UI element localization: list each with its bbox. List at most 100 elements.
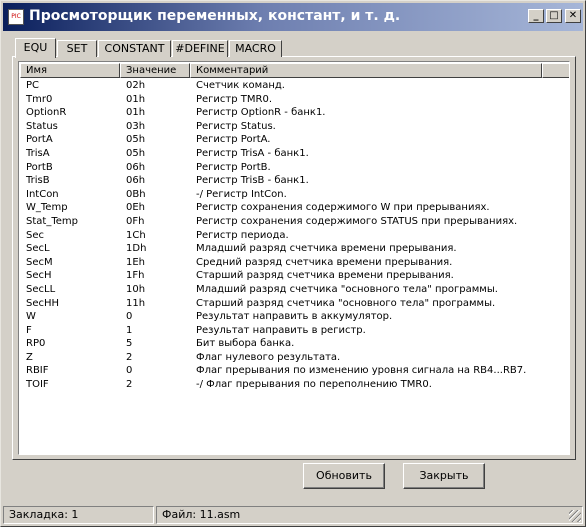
- list-rows: PC 02h Счетчик команд. Tmr0 01h Регистр TMR0.…: [20, 79, 569, 392]
- table-row[interactable]: Z 2 Флаг нулевого результата.: [20, 351, 569, 365]
- cell-name: SecL: [26, 243, 50, 255]
- cell-name: PortB: [26, 161, 53, 173]
- table-row[interactable]: PortA 05h Регистр PortA.: [20, 133, 569, 147]
- cell-name: RBIF: [26, 365, 49, 377]
- cell-name: SecH: [26, 270, 52, 282]
- cell-comment: Старший разряд счетчика "основного тела"…: [196, 297, 496, 309]
- tab-macro[interactable]: MACRO: [229, 40, 282, 57]
- table-row[interactable]: PortB 06h Регистр PortB.: [20, 161, 569, 175]
- cell-name: PC: [26, 80, 40, 91]
- table-row[interactable]: RBIF 0 Флаг прерывания по изменению уровня…: [20, 364, 569, 378]
- table-row[interactable]: SecL 1Dh Младший разряд счетчика времени п…: [20, 242, 569, 256]
- cell-name: Tmr0: [26, 93, 53, 105]
- table-row[interactable]: SecLL 10h Младший разряд счетчика "основно…: [20, 283, 569, 297]
- table-row[interactable]: SecM 1Eh Средний разряд счетчика времени п…: [20, 256, 569, 270]
- cell-value: 0Bh: [126, 188, 146, 200]
- cell-name: W: [26, 311, 36, 323]
- cell-value: 06h: [126, 175, 146, 187]
- cell-value: 06h: [126, 161, 146, 173]
- cell-value: 0Eh: [126, 202, 146, 214]
- cell-comment: Регистр сохранения содержимого STATUS пр…: [196, 215, 518, 227]
- cell-comment: Регистр PortA.: [196, 134, 271, 146]
- title-bar[interactable]: PIC Просмоторщик переменных, констант, и…: [3, 3, 583, 31]
- column-header-comment[interactable]: Комментарий: [190, 63, 542, 78]
- table-row[interactable]: Stat_Temp 0Fh Регистр сохранения содержимо…: [20, 215, 569, 229]
- resize-grip[interactable]: [569, 510, 581, 522]
- tab-set[interactable]: SET: [57, 40, 97, 57]
- cell-comment: Регистр TrisB - банк1.: [196, 175, 309, 187]
- pic-icon[interactable]: PIC: [8, 9, 24, 25]
- status-file: Файл: 11.asm: [156, 506, 583, 524]
- status-bar: Закладка: 1 Файл: 11.asm: [3, 506, 583, 524]
- cell-comment: -/ Регистр IntCon.: [196, 188, 287, 200]
- table-row[interactable]: W 0 Результат направить в аккумулятор.: [20, 310, 569, 324]
- cell-name: OptionR: [26, 107, 67, 119]
- cell-name: Stat_Temp: [26, 215, 78, 227]
- cell-value: 1Ch: [126, 229, 146, 241]
- cell-value: 1Dh: [126, 243, 147, 255]
- column-header-name[interactable]: Имя: [20, 63, 120, 78]
- table-row[interactable]: TrisA 05h Регистр TrisA - банк1.: [20, 147, 569, 161]
- table-row[interactable]: W_Temp 0Eh Регистр сохранения содержимого …: [20, 201, 569, 215]
- cell-value: 1Fh: [126, 270, 145, 282]
- close-button[interactable]: Закрыть: [403, 463, 485, 489]
- table-row[interactable]: SecHH 11h Старший разряд счетчика "основно…: [20, 297, 569, 311]
- cell-name: W_Temp: [26, 202, 68, 214]
- table-row[interactable]: OptionR 01h Регистр OptionR - банк1.: [20, 106, 569, 120]
- list-header: Имя Значение Комментарий: [20, 63, 569, 78]
- cell-name: Sec: [26, 229, 44, 241]
- cell-comment: Регистр PortB.: [196, 161, 271, 173]
- cell-comment: Регистр TrisA - банк1.: [196, 147, 309, 159]
- table-row[interactable]: Sec 1Ch Регистр периода.: [20, 229, 569, 243]
- window-title: Просмоторщик переменных, констант, и т. …: [29, 8, 401, 24]
- close-window-button[interactable]: ✕: [565, 9, 581, 23]
- cell-name: IntCon: [26, 188, 59, 200]
- table-row[interactable]: Tmr0 01h Регистр TMR0.: [20, 93, 569, 107]
- table-row[interactable]: IntCon 0Bh -/ Регистр IntCon.: [20, 188, 569, 202]
- column-header-filler: [542, 63, 569, 78]
- cell-value: 0: [126, 311, 133, 323]
- table-row[interactable]: PC 02h Счетчик команд.: [20, 79, 569, 93]
- cell-comment: Старший разряд счетчика времени прерыван…: [196, 270, 454, 282]
- cell-name: F: [26, 324, 32, 336]
- cell-value: 5: [126, 338, 133, 350]
- cell-comment: Регистр периода.: [196, 229, 289, 241]
- cell-value: 05h: [126, 147, 146, 159]
- cell-comment: Регистр TMR0.: [196, 93, 273, 105]
- cell-comment: Результат направить в регистр.: [196, 324, 366, 336]
- table-row[interactable]: F 1 Результат направить в регистр.: [20, 324, 569, 338]
- table-row[interactable]: Status 03h Регистр Status.: [20, 120, 569, 134]
- cell-name: RP0: [26, 338, 46, 350]
- cell-value: 03h: [126, 120, 146, 132]
- refresh-button[interactable]: Обновить: [303, 463, 385, 489]
- symbols-list[interactable]: Имя Значение Комментарий PC 02h Счетчик ко…: [18, 61, 570, 455]
- column-header-value[interactable]: Значение: [120, 63, 190, 78]
- cell-value: 11h: [126, 297, 146, 309]
- cell-name: Z: [26, 351, 33, 363]
- tab-equ[interactable]: EQU: [15, 38, 56, 58]
- cell-value: 2: [126, 351, 133, 363]
- cell-comment: Флаг нулевого результата.: [196, 351, 341, 363]
- cell-comment: Результат направить в аккумулятор.: [196, 311, 393, 323]
- table-row[interactable]: RP0 5 Бит выбора банка.: [20, 337, 569, 351]
- tab-define[interactable]: #DEFINE: [172, 40, 228, 57]
- cell-value: 01h: [126, 93, 146, 105]
- tab-constant[interactable]: CONSTANT: [98, 40, 171, 57]
- minimize-button[interactable]: _: [528, 9, 544, 23]
- maximize-button[interactable]: □: [546, 9, 562, 23]
- main-window: PIC Просмоторщик переменных, констант, и…: [0, 0, 586, 527]
- cell-comment: -/ Флаг прерывания по переполнению TMR0.: [196, 379, 432, 391]
- cell-comment: Регистр Status.: [196, 120, 276, 132]
- table-row[interactable]: TrisB 06h Регистр TrisB - банк1.: [20, 174, 569, 188]
- cell-value: 1: [126, 324, 133, 336]
- status-tab-index: Закладка: 1: [3, 506, 154, 524]
- cell-comment: Младший разряд счетчика времени прерыван…: [196, 243, 457, 255]
- table-row[interactable]: SecH 1Fh Старший разряд счетчика времени п…: [20, 269, 569, 283]
- cell-name: TrisA: [26, 147, 50, 159]
- cell-value: 2: [126, 379, 133, 391]
- cell-name: SecM: [26, 256, 53, 268]
- cell-comment: Средний разряд счетчика времени прерыван…: [196, 256, 453, 268]
- table-row[interactable]: TOIF 2 -/ Флаг прерывания по переполнению …: [20, 378, 569, 392]
- cell-name: Status: [26, 120, 58, 132]
- cell-value: 0: [126, 365, 133, 377]
